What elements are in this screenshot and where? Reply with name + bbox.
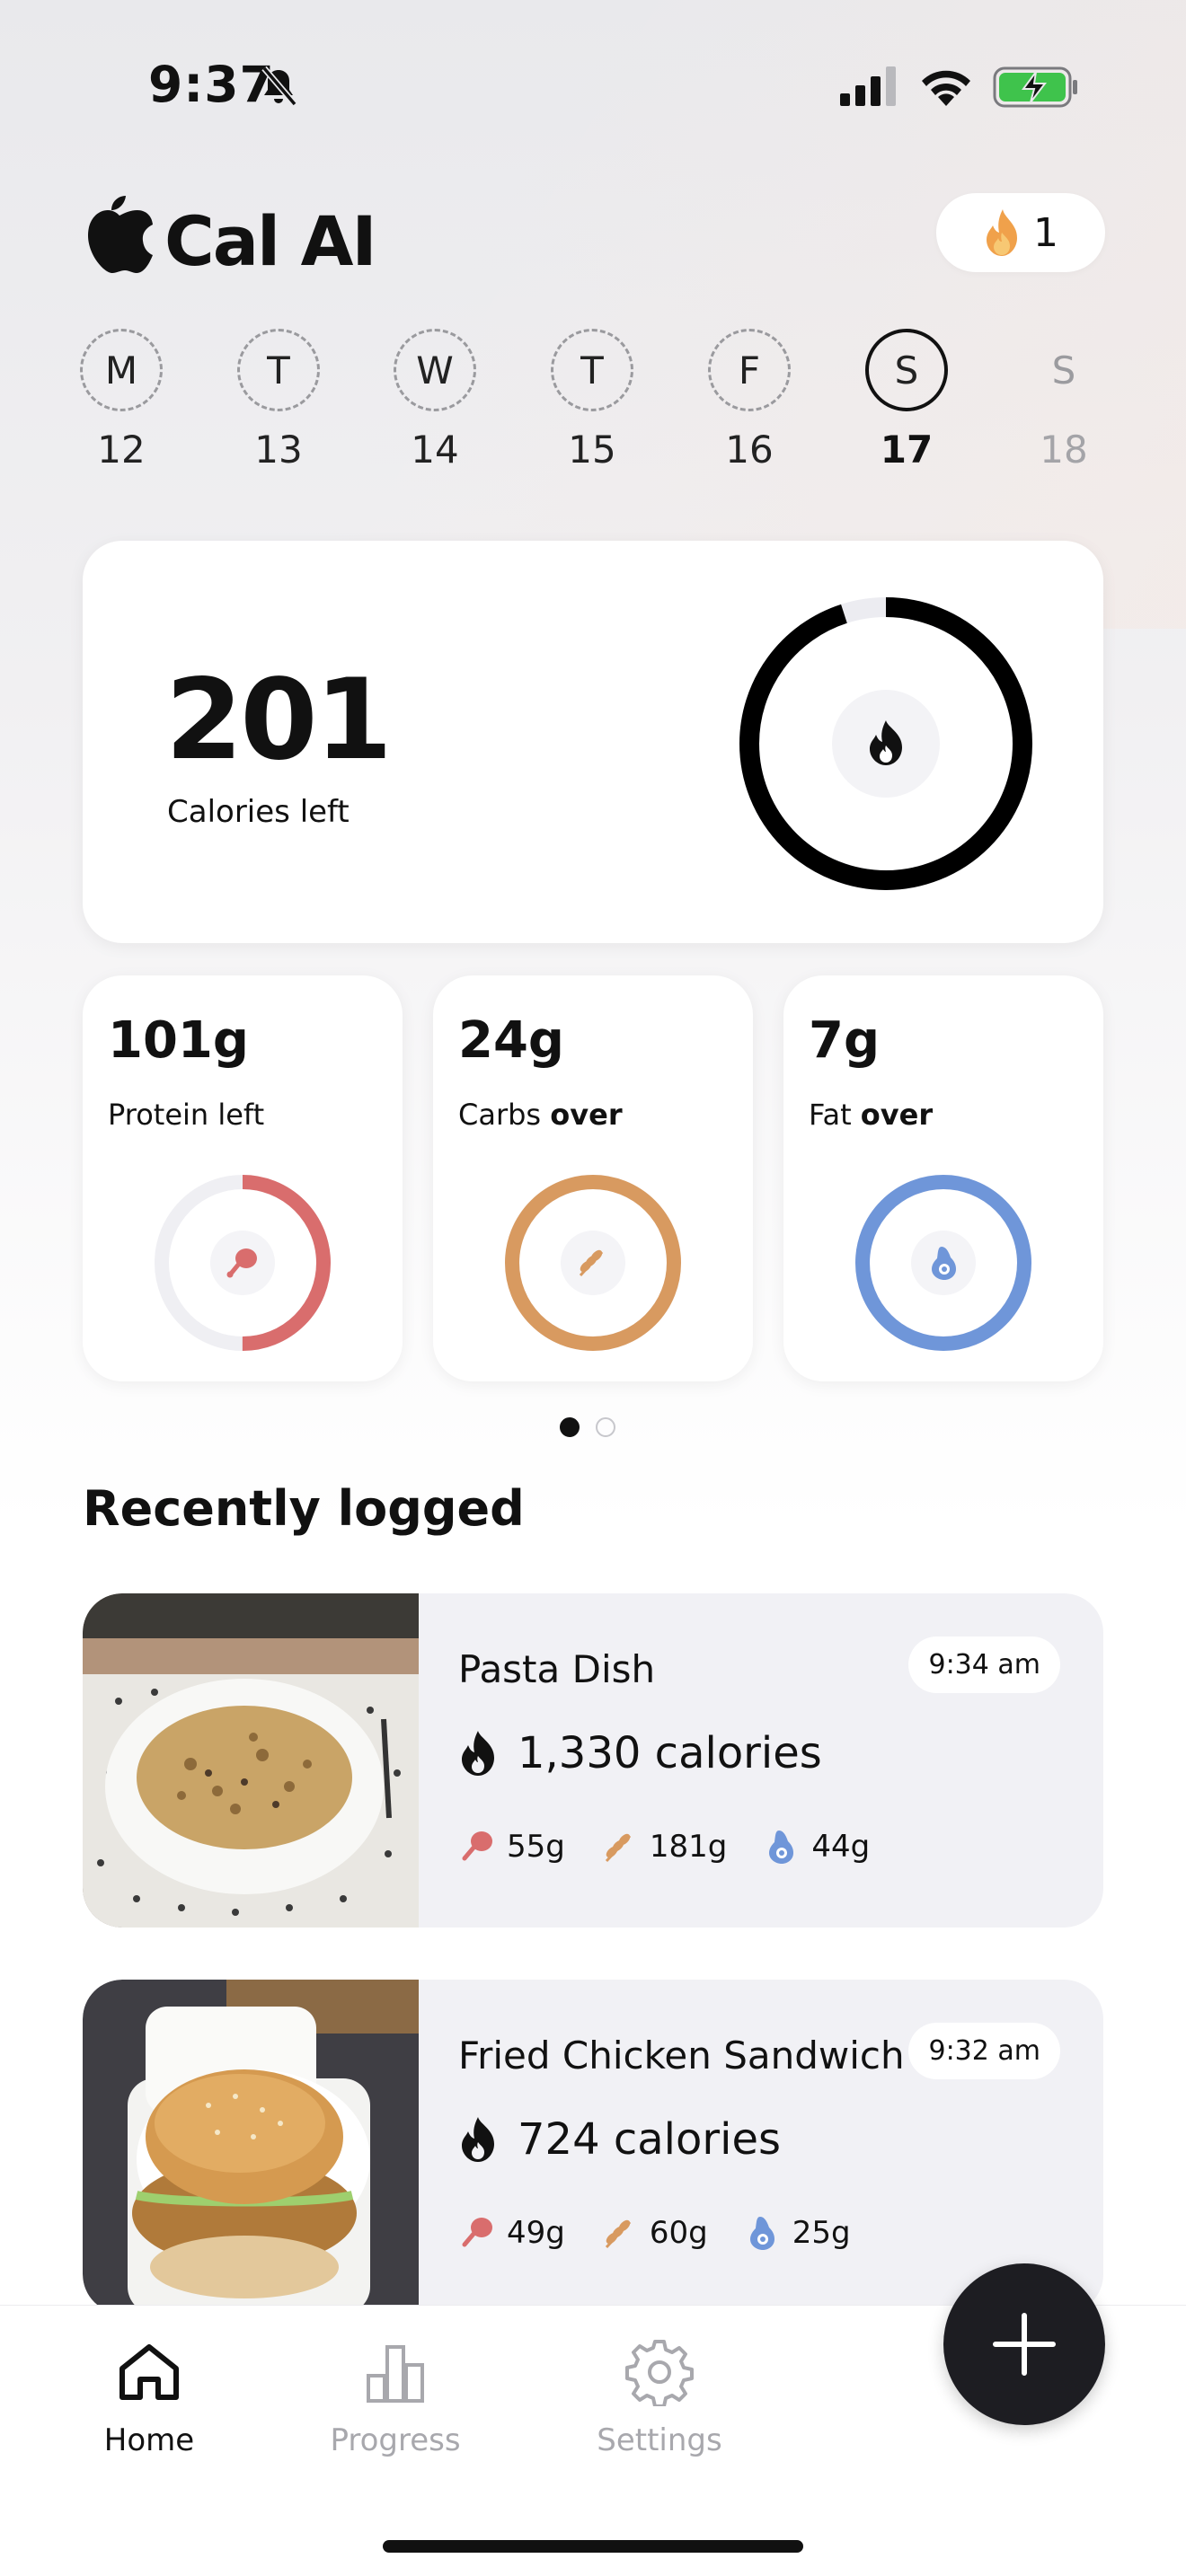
bell-muted-icon <box>261 66 297 107</box>
protein-label: Protein left <box>108 1098 265 1132</box>
wheat-icon <box>605 2219 631 2249</box>
log-item-time: 9:32 am <box>908 2023 1060 2079</box>
log-item-macros: 49g 60g 25g <box>458 2215 887 2251</box>
carbs-label: Carbs over <box>458 1098 623 1132</box>
log-item[interactable]: Fried Chicken Sandwich 9:32 am 724 calor… <box>83 1980 1103 2314</box>
flame-icon <box>987 209 1017 256</box>
drumstick-icon <box>462 2218 492 2247</box>
calories-ring <box>739 597 1032 890</box>
nav-home-label: Home <box>103 2422 195 2458</box>
page-indicator[interactable] <box>560 1417 615 1437</box>
streak-count: 1 <box>1033 209 1058 256</box>
battery-charging-icon <box>993 66 1077 108</box>
nav-settings-label: Settings <box>597 2422 722 2458</box>
day-letter: T <box>237 329 320 411</box>
day-date: 18 <box>1040 428 1088 472</box>
nav-progress-label: Progress <box>330 2422 461 2458</box>
day-date: 15 <box>568 428 616 472</box>
sandwich-photo <box>83 1980 419 2314</box>
day-sun[interactable]: S 18 <box>1021 329 1107 472</box>
calories-left-label: Calories left <box>167 794 350 830</box>
home-indicator[interactable] <box>383 2540 803 2553</box>
day-letter: W <box>394 329 476 411</box>
day-date: 16 <box>725 428 774 472</box>
calories-left-value: 201 <box>165 656 393 785</box>
cellular-signal-icon <box>840 66 896 106</box>
recently-logged-title: Recently logged <box>83 1480 525 1537</box>
avocado-icon <box>769 1831 794 1864</box>
day-thu[interactable]: T 15 <box>549 329 635 472</box>
protein-card[interactable]: 101g Protein left <box>83 975 403 1381</box>
app-title: Cal AI <box>164 201 377 281</box>
add-button[interactable] <box>943 2263 1105 2425</box>
calories-card[interactable]: 201 Calories left <box>83 541 1103 943</box>
day-fri[interactable]: F 16 <box>706 329 792 472</box>
flame-icon <box>462 1731 494 1776</box>
log-item-calories: 1,330 calories <box>458 1728 822 1778</box>
log-item[interactable]: Pasta Dish 9:34 am 1,330 calories 55g 18… <box>83 1593 1103 1928</box>
day-date: 14 <box>411 428 459 472</box>
protein-value: 101g <box>108 1011 249 1070</box>
nav-settings[interactable]: Settings <box>570 2338 749 2458</box>
pasta-photo <box>83 1593 419 1928</box>
fat-ring <box>855 1175 1031 1351</box>
wheat-icon <box>605 1833 631 1863</box>
day-sat-selected[interactable]: S 17 <box>863 329 950 472</box>
day-date: 17 <box>880 428 934 472</box>
nav-progress[interactable]: Progress <box>305 2338 485 2458</box>
plus-icon <box>993 2313 1056 2376</box>
day-letter: M <box>80 329 163 411</box>
fat-card[interactable]: 7g Fat over <box>783 975 1103 1381</box>
streak-button[interactable]: 1 <box>936 193 1105 272</box>
log-item-calories: 724 calories <box>458 2114 781 2165</box>
page-dot[interactable] <box>596 1417 615 1437</box>
home-icon <box>119 2344 179 2400</box>
day-date: 12 <box>97 428 146 472</box>
flame-icon <box>462 2117 494 2162</box>
avocado-icon <box>749 2217 774 2250</box>
fat-label: Fat over <box>809 1098 934 1132</box>
day-letter: F <box>708 329 791 411</box>
gear-icon <box>625 2340 694 2406</box>
drumstick-icon <box>462 1831 492 1861</box>
apple-logo-icon <box>88 196 153 273</box>
day-tue[interactable]: T 13 <box>235 329 322 472</box>
bar-chart-icon <box>367 2345 424 2403</box>
protein-ring <box>155 1175 331 1351</box>
log-item-macros: 55g 181g 44g <box>458 1829 906 1865</box>
wifi-icon <box>922 70 970 106</box>
day-wed[interactable]: W 14 <box>392 329 478 472</box>
status-time: 9:37 <box>148 56 275 113</box>
log-item-name: Pasta Dish <box>458 1647 656 1691</box>
nav-home[interactable]: Home <box>59 2338 239 2458</box>
day-letter: S <box>1051 348 1076 393</box>
day-date: 13 <box>254 428 303 472</box>
fat-value: 7g <box>809 1011 881 1070</box>
day-mon[interactable]: M 12 <box>78 329 164 472</box>
log-item-name: Fried Chicken Sandwich <box>458 2033 905 2078</box>
carbs-card[interactable]: 24g Carbs over <box>433 975 753 1381</box>
carbs-ring <box>505 1175 681 1351</box>
day-letter: S <box>865 329 948 411</box>
log-item-time: 9:34 am <box>908 1636 1060 1693</box>
page-dot[interactable] <box>560 1417 580 1437</box>
carbs-value: 24g <box>458 1011 565 1070</box>
day-letter: T <box>551 329 633 411</box>
